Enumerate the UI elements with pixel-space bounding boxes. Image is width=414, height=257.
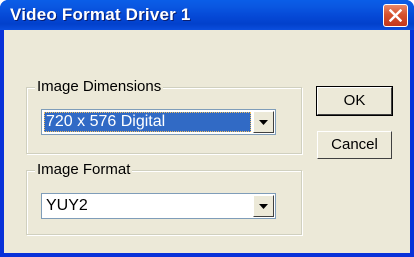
cancel-button[interactable]: Cancel [317, 131, 392, 159]
image-format-group: Image Format YUY2 [26, 161, 302, 235]
close-button[interactable] [383, 4, 408, 27]
chevron-down-icon [259, 119, 268, 125]
image-format-dropdown[interactable]: YUY2 [41, 193, 276, 219]
image-dimensions-group: Image Dimensions 720 x 576 Digital [26, 78, 302, 154]
image-dimensions-value: 720 x 576 Digital [44, 112, 251, 132]
image-dimensions-label: Image Dimensions [35, 78, 164, 96]
image-dimensions-dropdown-button[interactable] [253, 111, 274, 133]
chevron-down-icon [259, 203, 268, 209]
image-format-label: Image Format [35, 161, 133, 179]
ok-button[interactable]: OK [317, 87, 392, 115]
dialog-body: Image Dimensions 720 x 576 Digital Image… [4, 30, 410, 253]
image-dimensions-dropdown[interactable]: 720 x 576 Digital [41, 109, 276, 135]
dialog-window: Video Format Driver 1 Image Dimensions 7… [0, 0, 414, 257]
title-bar[interactable]: Video Format Driver 1 [0, 0, 414, 30]
image-format-dropdown-button[interactable] [253, 195, 274, 217]
window-title: Video Format Driver 1 [10, 5, 191, 24]
close-icon [389, 9, 402, 22]
image-format-value: YUY2 [46, 197, 88, 214]
